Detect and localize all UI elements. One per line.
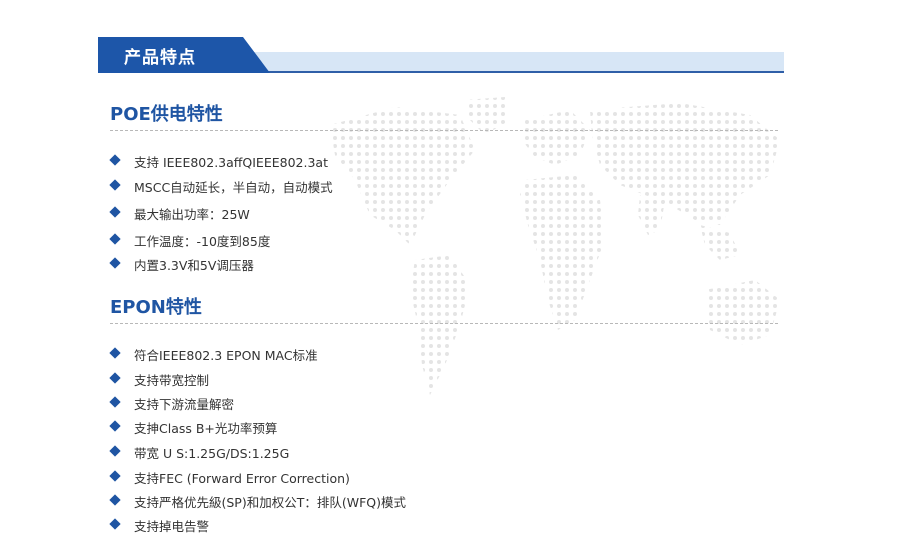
diamond-bullet-icon [109,206,121,218]
list-item-text: 支持严格优先級(SP)和加权公T：排队(WFQ)模式 [134,495,407,510]
list-item-text: 内置3.3V和5V调压器 [134,258,254,273]
diamond-bullet-icon [109,257,121,269]
diamond-bullet-icon [109,233,121,245]
section-header: 产品特点 [98,37,784,73]
section-divider-epon [110,323,778,324]
diamond-bullet-icon [109,445,121,457]
diamond-bullet-icon [109,179,121,191]
diamond-bullet-icon [109,420,121,432]
list-item-text: 工作温度：-10度到85度 [134,234,271,249]
diamond-bullet-icon [109,518,121,530]
section-title-poe: POE供电特性 [110,104,223,125]
list-item-text: 支持 IEEE802.3affQIEEE802.3at [134,155,328,170]
diamond-bullet-icon [109,396,121,408]
list-item-text: MSCC自动延长，半自动，自动模式 [134,180,333,195]
list-item-text: 符合IEEE802.3 EPON MAC标准 [134,348,318,363]
list-item-text: 最大输出功率：25W [134,207,250,222]
section-title-epon: EPON特性 [110,297,202,318]
list-item-text: 带宽 U S:1.25G/DS:1.25G [134,446,290,461]
section-divider-poe [110,130,778,131]
diamond-bullet-icon [109,347,121,359]
list-item-text: 支抻Class B+光功率预算 [134,421,278,436]
diamond-bullet-icon [109,154,121,166]
diamond-bullet-icon [109,494,121,506]
list-item-text: 支持FEC (Forward Error Correction) [134,471,350,486]
list-item-text: 支持掉电告警 [134,519,210,534]
header-title: 产品特点 [124,48,196,68]
list-item-text: 支持下游流量解密 [134,397,235,412]
diamond-bullet-icon [109,470,121,482]
list-item-text: 支持带宽控制 [134,373,210,388]
diamond-bullet-icon [109,372,121,384]
world-map-background [330,97,780,395]
